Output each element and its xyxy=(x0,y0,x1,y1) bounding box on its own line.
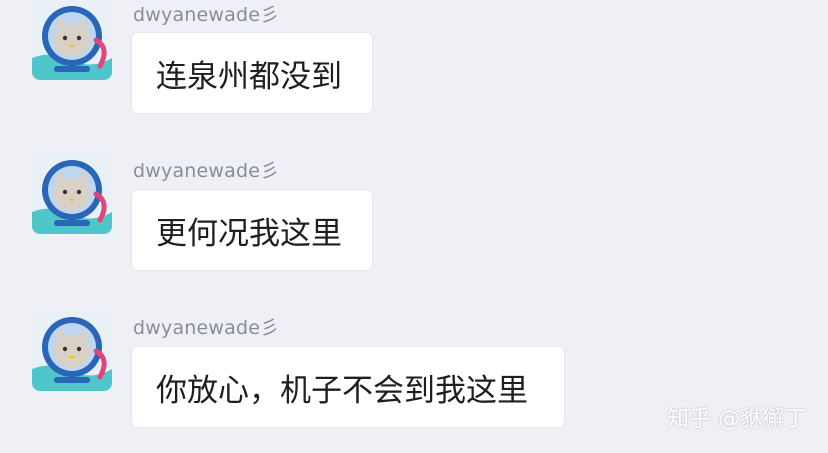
cat-astronaut-avatar-icon[interactable] xyxy=(32,0,112,80)
message-bubble[interactable]: 连泉州都没到 xyxy=(132,33,372,113)
chat-message: dwyanewade彡 连泉州都没到 xyxy=(0,0,828,113)
sender-name: dwyanewade彡 xyxy=(133,4,280,26)
message-bubble[interactable]: 更何况我这里 xyxy=(132,190,372,270)
chat-message: dwyanewade彡 更何况我这里 xyxy=(0,147,828,270)
sender-name: dwyanewade彡 xyxy=(133,160,280,182)
sender-name: dwyanewade彡 xyxy=(133,317,280,339)
cat-astronaut-avatar-icon[interactable] xyxy=(32,311,112,391)
chat-message-list: dwyanewade彡 连泉州都没到 dwyanewade彡 更何况我这里 dw… xyxy=(0,0,828,453)
watermark: 知乎 @貅獬丁 xyxy=(667,407,806,432)
cat-astronaut-avatar-icon[interactable] xyxy=(32,154,112,234)
message-bubble[interactable]: 你放心，机子不会到我这里 xyxy=(132,347,564,427)
